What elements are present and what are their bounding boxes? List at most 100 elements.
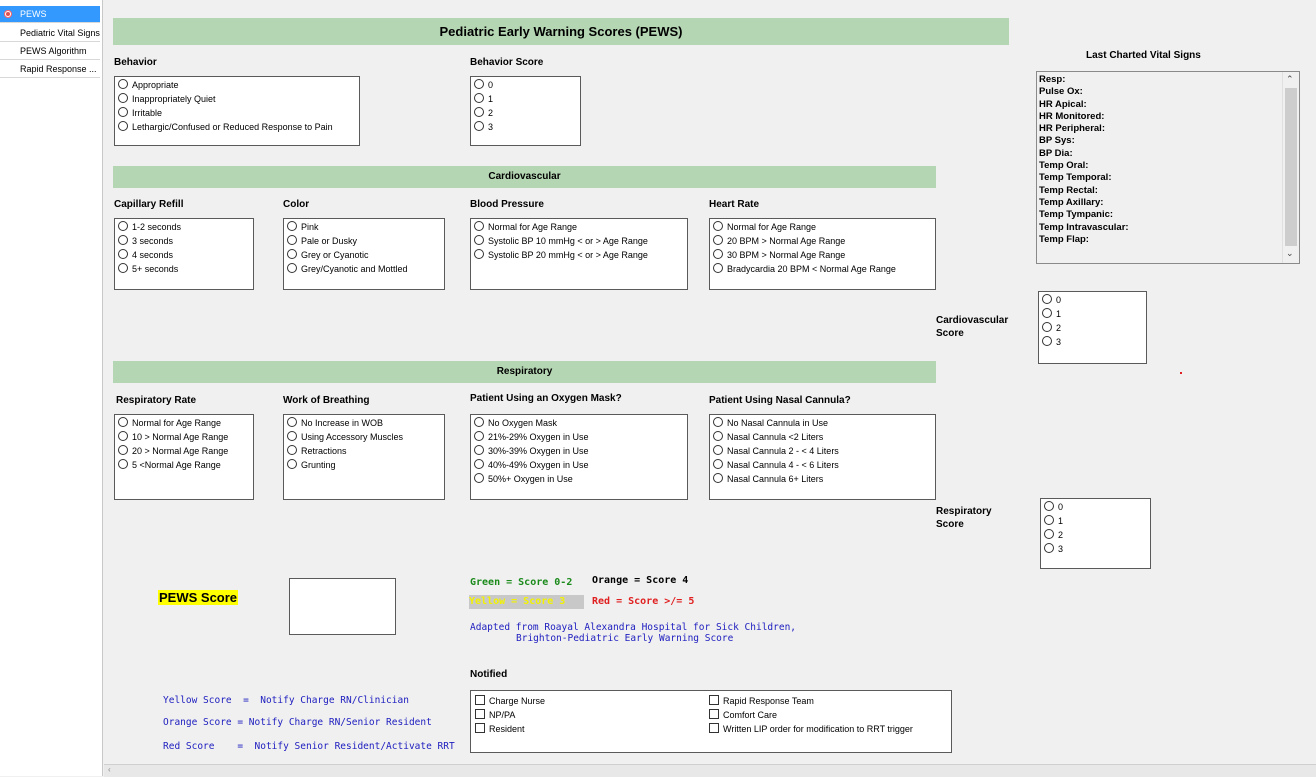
radio-option[interactable]: 5+ seconds <box>118 262 250 276</box>
option-label: Nasal Cannula 6+ Liters <box>727 474 824 484</box>
radio-option[interactable]: Nasal Cannula 2 - < 4 Liters <box>713 444 932 458</box>
option-label: Nasal Cannula <2 Liters <box>727 432 824 442</box>
radio-option[interactable]: Pink <box>287 220 441 234</box>
blood-pressure-options: Normal for Age Range Systolic BP 10 mmHg… <box>470 218 688 290</box>
radio-option[interactable]: 3 <box>474 120 577 134</box>
radio-option[interactable]: 0 <box>1042 293 1143 307</box>
score-label-line: Score <box>936 519 964 530</box>
radio-option[interactable]: Nasal Cannula 6+ Liters <box>713 472 932 486</box>
radio-option[interactable]: 21%-29% Oxygen in Use <box>474 430 684 444</box>
option-label: Systolic BP 20 mmHg < or > Age Range <box>488 250 648 260</box>
radio-icon <box>474 473 484 483</box>
horizontal-scrollbar[interactable]: ‹ <box>104 764 1316 777</box>
radio-option[interactable]: Normal for Age Range <box>713 220 932 234</box>
work-of-breathing-label: Work of Breathing <box>283 395 370 406</box>
radio-option[interactable]: Pale or Dusky <box>287 234 441 248</box>
option-label: 5+ seconds <box>132 264 179 274</box>
radio-option[interactable]: Grey or Cyanotic <box>287 248 441 262</box>
cardiovascular-score-label: Cardiovascular Score <box>936 314 1008 340</box>
radio-option[interactable]: 40%-49% Oxygen in Use <box>474 458 684 472</box>
radio-option[interactable]: 1 <box>474 92 577 106</box>
radio-option[interactable]: 3 <box>1042 335 1143 349</box>
radio-option[interactable]: 4 seconds <box>118 248 250 262</box>
checkbox-option[interactable]: Comfort Care <box>709 708 913 722</box>
nav-item-pediatric-vital-signs[interactable]: Pediatric Vital Signs <box>0 25 100 42</box>
option-label: 1 <box>1056 309 1062 319</box>
nav-item-label: PEWS Algorithm <box>20 46 87 56</box>
option-label: 0 <box>1058 502 1064 512</box>
option-label: Nasal Cannula 4 - < 6 Liters <box>727 460 839 470</box>
vitals-list-box[interactable]: Resp: Pulse Ox: HR Apical: HR Monitored:… <box>1036 71 1300 264</box>
vertical-scrollbar[interactable]: ⌃ ⌄ <box>1282 72 1299 263</box>
radio-option[interactable]: Normal for Age Range <box>118 416 250 430</box>
checkbox-option[interactable]: Rapid Response Team <box>709 694 913 708</box>
scroll-down-icon[interactable]: ⌄ <box>1286 248 1294 259</box>
option-label: Normal for Age Range <box>132 418 222 428</box>
radio-option[interactable]: Bradycardia 20 BPM < Normal Age Range <box>713 262 932 276</box>
radio-icon <box>287 221 297 231</box>
option-label: Pink <box>301 222 319 232</box>
radio-option[interactable]: 30%-39% Oxygen in Use <box>474 444 684 458</box>
radio-option[interactable]: Normal for Age Range <box>474 220 684 234</box>
checkbox-icon <box>475 695 485 705</box>
radio-option[interactable]: 3 <box>1044 542 1147 556</box>
radio-icon <box>474 459 484 469</box>
radio-option[interactable]: 0 <box>474 78 577 92</box>
radio-option[interactable]: Nasal Cannula <2 Liters <box>713 430 932 444</box>
scroll-left-icon[interactable]: ‹ <box>108 765 111 774</box>
radio-option[interactable]: 2 <box>1042 321 1143 335</box>
radio-option[interactable]: Lethargic/Confused or Reduced Response t… <box>118 120 356 134</box>
radio-option[interactable]: Grunting <box>287 458 441 472</box>
rule-yellow: Yellow Score = Notify Charge RN/Clinicia… <box>163 695 409 706</box>
radio-option[interactable]: Nasal Cannula 4 - < 6 Liters <box>713 458 932 472</box>
radio-option[interactable]: Using Accessory Muscles <box>287 430 441 444</box>
radio-option[interactable]: 2 <box>1044 528 1147 542</box>
nav-item-pews-algorithm[interactable]: PEWS Algorithm <box>0 43 100 60</box>
checkbox-option[interactable]: Resident <box>475 722 545 736</box>
nav-item-label: PEWS <box>20 9 47 19</box>
nav-item-rapid-response[interactable]: Rapid Response ... <box>0 61 100 78</box>
radio-option[interactable]: No Increase in WOB <box>287 416 441 430</box>
radio-icon <box>474 431 484 441</box>
checkbox-option[interactable]: Charge Nurse <box>475 694 545 708</box>
radio-option[interactable]: 1-2 seconds <box>118 220 250 234</box>
radio-option[interactable]: No Nasal Cannula in Use <box>713 416 932 430</box>
oxygen-mask-label: Patient Using an Oxygen Mask? <box>470 393 622 404</box>
vital-item: BP Dia: <box>1039 147 1073 159</box>
radio-option[interactable]: 20 > Normal Age Range <box>118 444 250 458</box>
scroll-up-icon[interactable]: ⌃ <box>1286 74 1294 85</box>
option-label: Resident <box>489 724 525 734</box>
vital-item: Temp Oral: <box>1039 160 1089 172</box>
radio-option[interactable]: Inappropriately Quiet <box>118 92 356 106</box>
radio-option[interactable]: No Oxygen Mask <box>474 416 684 430</box>
option-label: NP/PA <box>489 710 516 720</box>
radio-option[interactable]: 20 BPM > Normal Age Range <box>713 234 932 248</box>
radio-option[interactable]: 10 > Normal Age Range <box>118 430 250 444</box>
checkbox-option[interactable]: Written LIP order for modification to RR… <box>709 722 913 736</box>
option-label: Grey/Cyanotic and Mottled <box>301 264 408 274</box>
radio-option[interactable]: 0 <box>1044 500 1147 514</box>
radio-option[interactable]: Grey/Cyanotic and Mottled <box>287 262 441 276</box>
scroll-thumb[interactable] <box>1285 88 1297 246</box>
radio-icon <box>118 445 128 455</box>
option-label: 3 <box>1056 337 1062 347</box>
radio-option[interactable]: 30 BPM > Normal Age Range <box>713 248 932 262</box>
radio-option[interactable]: Appropriate <box>118 78 356 92</box>
radio-option[interactable]: Irritable <box>118 106 356 120</box>
radio-icon <box>118 459 128 469</box>
capillary-refill-label: Capillary Refill <box>114 199 184 210</box>
radio-option[interactable]: Systolic BP 20 mmHg < or > Age Range <box>474 248 684 262</box>
radio-option[interactable]: Systolic BP 10 mmHg < or > Age Range <box>474 234 684 248</box>
radio-option[interactable]: 50%+ Oxygen in Use <box>474 472 684 486</box>
option-label: Irritable <box>132 108 163 118</box>
option-label: 20 > Normal Age Range <box>132 446 229 456</box>
checkbox-option[interactable]: NP/PA <box>475 708 545 722</box>
radio-option[interactable]: 2 <box>474 106 577 120</box>
radio-option[interactable]: 3 seconds <box>118 234 250 248</box>
radio-option[interactable]: Retractions <box>287 444 441 458</box>
radio-option[interactable]: 1 <box>1044 514 1147 528</box>
nav-item-pews[interactable]: PEWS <box>0 6 100 23</box>
radio-option[interactable]: 1 <box>1042 307 1143 321</box>
radio-option[interactable]: 5 <Normal Age Range <box>118 458 250 472</box>
legend-green: Green = Score 0-2 <box>470 577 573 588</box>
